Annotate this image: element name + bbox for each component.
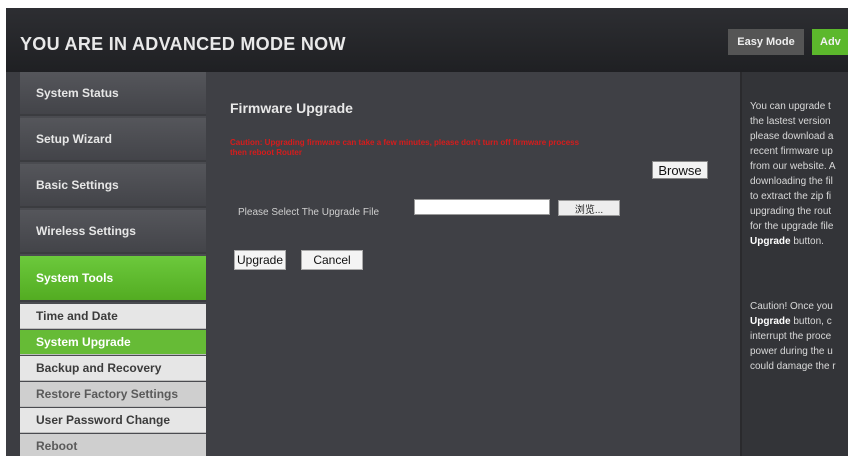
help-paragraph: You can upgrade t the lastest version pl… bbox=[750, 99, 848, 249]
browse-button[interactable]: Browse bbox=[652, 161, 708, 179]
sidebar-item-system-status[interactable]: System Status bbox=[20, 72, 206, 116]
sidebar-item-setup-wizard[interactable]: Setup Wizard bbox=[20, 118, 206, 162]
router-admin-window: YOU ARE IN ADVANCED MODE NOW Easy Mode A… bbox=[6, 8, 848, 456]
cancel-button[interactable]: Cancel bbox=[301, 250, 363, 270]
help-bold-text: Upgrade bbox=[750, 316, 791, 327]
help-line: upgrading the rout bbox=[750, 206, 832, 217]
main-panel: Firmware Upgrade Caution: Upgrading firm… bbox=[206, 72, 740, 456]
easy-mode-button[interactable]: Easy Mode bbox=[728, 29, 804, 55]
warning-line: Caution: Upgrading firmware can take a f… bbox=[230, 138, 580, 147]
sidebar-item-wireless-settings[interactable]: Wireless Settings bbox=[20, 210, 206, 254]
help-caution-paragraph: Caution! Once you Upgrade button, c inte… bbox=[750, 299, 848, 374]
screen-frame: YOU ARE IN ADVANCED MODE NOW Easy Mode A… bbox=[0, 0, 848, 456]
sidebar-subitem-system-upgrade[interactable]: System Upgrade bbox=[20, 330, 206, 355]
sidebar-subitem-backup-and-recovery[interactable]: Backup and Recovery bbox=[20, 356, 206, 381]
file-path-input[interactable] bbox=[414, 199, 550, 215]
warning-line: then reboot Router bbox=[230, 148, 302, 157]
help-line: Upgrade button, c bbox=[750, 314, 848, 329]
sidebar-item-basic-settings[interactable]: Basic Settings bbox=[20, 164, 206, 208]
help-text: button, c bbox=[790, 316, 832, 327]
help-line: downloading the fil bbox=[750, 176, 833, 187]
top-header: YOU ARE IN ADVANCED MODE NOW Easy Mode A… bbox=[6, 8, 848, 72]
sidebar-subitem-user-password-change[interactable]: User Password Change bbox=[20, 408, 206, 433]
sidebar-subitem-reboot[interactable]: Reboot bbox=[20, 434, 206, 456]
help-line: Caution! Once you bbox=[750, 301, 833, 312]
help-line: from our website. A bbox=[750, 161, 836, 172]
help-line: recent firmware up bbox=[750, 146, 833, 157]
sidebar-subitem-restore-factory-settings[interactable]: Restore Factory Settings bbox=[20, 382, 206, 407]
file-browse-button[interactable]: 浏览... bbox=[558, 200, 620, 216]
help-line: You can upgrade t bbox=[750, 101, 831, 112]
advanced-mode-button[interactable]: Adv bbox=[812, 29, 848, 55]
help-line: to extract the zip fi bbox=[750, 191, 832, 202]
page-title: YOU ARE IN ADVANCED MODE NOW bbox=[20, 34, 346, 54]
sidebar: System Status Setup Wizard Basic Setting… bbox=[20, 72, 206, 456]
upgrade-button[interactable]: Upgrade bbox=[234, 250, 286, 270]
help-line: the lastest version bbox=[750, 116, 831, 127]
help-line: please download a bbox=[750, 131, 834, 142]
section-title: Firmware Upgrade bbox=[230, 100, 353, 116]
select-file-label: Please Select The Upgrade File bbox=[238, 207, 380, 218]
help-bold-text: Upgrade bbox=[750, 236, 791, 247]
warning-message: Caution: Upgrading firmware can take a f… bbox=[230, 138, 702, 158]
help-line: could damage the r bbox=[750, 361, 836, 372]
help-line: for the upgrade file bbox=[750, 221, 834, 232]
help-panel: You can upgrade t the lastest version pl… bbox=[740, 72, 848, 456]
sidebar-item-system-tools[interactable]: System Tools bbox=[20, 256, 206, 302]
sidebar-subitem-time-and-date[interactable]: Time and Date bbox=[20, 304, 206, 329]
help-line: interrupt the proce bbox=[750, 331, 832, 342]
help-line: power during the u bbox=[750, 346, 833, 357]
help-text: button. bbox=[790, 236, 824, 247]
help-line: Upgrade button. bbox=[750, 234, 848, 249]
